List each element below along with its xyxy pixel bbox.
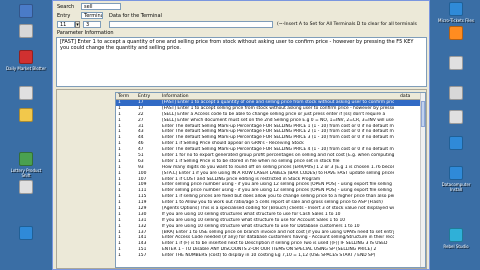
parameter-grid[interactable]: Term Entry Information data 1 17 [FAST] En… [115,92,426,268]
app-icon [19,152,33,166]
desktop-icon[interactable] [6,24,46,40]
row-term: 1 [118,253,121,259]
app-icon [449,56,463,70]
parameter-window: Search sell Entry Terminal Data for the … [52,0,430,270]
desktop-icon[interactable] [436,110,476,126]
desktop-icon[interactable] [436,86,476,102]
terminal-data-input[interactable] [109,21,273,28]
app-icon [19,180,33,194]
app-icon [449,2,463,16]
app-icon [449,110,463,124]
app-icon [19,4,33,18]
row-information: Enter THE NUMBERS (cost) to display in 1… [162,253,376,259]
row-entry: 157 [138,253,147,259]
app-icon [449,86,463,100]
desktop-icon[interactable] [436,136,476,152]
grid-body: 1 17 [FAST] Enter 1 to accept a quantity o… [116,100,425,259]
desktop-icon[interactable] [6,226,46,242]
app-icon [449,26,463,40]
search-input[interactable]: sell [81,3,121,10]
desktop-icon[interactable]: Rebel Studio [436,228,476,249]
col-header-term[interactable]: Term [118,93,136,100]
terminal-number-input[interactable]: 3 [83,21,101,28]
desktop-icon[interactable] [6,108,46,124]
parameter-information: [FAST] Enter 1 to accept a quantity of o… [56,37,427,87]
app-icon [19,50,33,64]
data-for-terminal-label: Data for the Terminal [109,13,162,19]
vertical-scrollbar[interactable] [420,93,425,267]
app-icon [449,228,463,242]
app-icon [19,86,33,100]
desktop-icon[interactable] [436,26,476,42]
col-header-data[interactable]: data [400,93,420,100]
app-icon [19,226,33,240]
col-header-information[interactable]: Information [162,93,394,100]
scroll-thumb[interactable] [421,101,425,127]
param-info-label: Parameter Information [57,30,114,36]
desktop-icon[interactable] [436,56,476,72]
col-header-entry[interactable]: Entry [138,93,158,100]
entry-label: Entry [57,13,71,19]
search-label: Search [57,4,75,10]
desktop-icon[interactable] [6,180,46,196]
insert-hint: (~-Insert A to Set for All Terminals D t… [277,22,417,27]
grid-header: Term Entry Information data [116,93,425,100]
app-icon [449,136,463,150]
spin-button[interactable]: ▾ [75,21,80,28]
entry-tab[interactable]: Terminal [81,12,103,19]
desktop-icon[interactable] [6,4,46,20]
desktop-icon[interactable]: Datacomputer Install [436,166,476,192]
app-icon [449,166,463,180]
folder-icon [19,108,33,122]
desktop-icon[interactable] [6,86,46,102]
entry-number-input[interactable]: 11 [57,21,75,28]
app-icon [19,24,33,38]
table-row[interactable]: 1 157 Enter THE NUMBERS (cost) to display … [116,253,425,259]
desktop-icon[interactable]: Daily Market Blotter [6,50,46,71]
desktop-icon[interactable]: Micro-Tickets Files [436,2,476,23]
parameter-list-panel: Term Entry Information data 1 17 [FAST] En… [56,89,427,269]
desktop-icon[interactable]: Lottery Product Shift [6,152,46,178]
